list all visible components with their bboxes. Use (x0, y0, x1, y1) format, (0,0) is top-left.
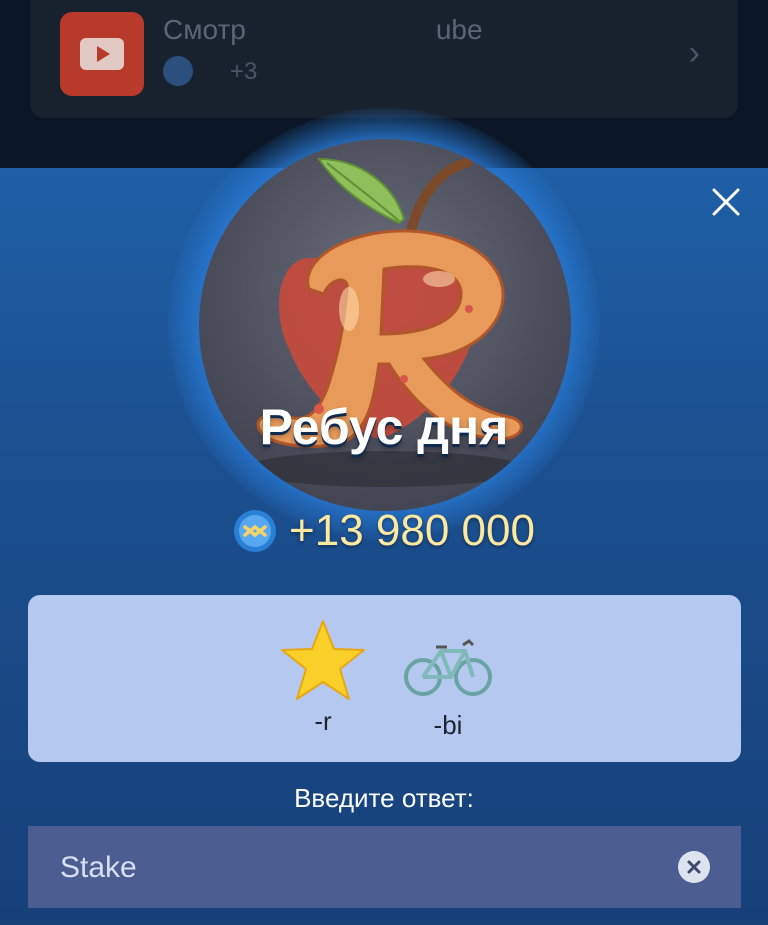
coin-icon (163, 56, 193, 86)
clear-input-button[interactable] (678, 851, 710, 883)
answer-input[interactable] (58, 826, 662, 910)
answer-field (28, 826, 741, 910)
background-task-reward: +3 (230, 58, 258, 85)
background-task-title: Смотр ube (163, 14, 483, 45)
bicycle-icon (404, 639, 492, 696)
reward-row: +13 980 000 (0, 506, 768, 556)
rebus-puzzle-card: -r -bi (28, 595, 741, 762)
star-icon (281, 620, 365, 700)
close-button[interactable] (706, 182, 746, 222)
modal-title: Ребус дня (259, 399, 509, 455)
close-icon (712, 188, 740, 216)
answer-prompt: Введите ответ: (294, 783, 474, 813)
puzzle-hint: -r (314, 706, 332, 736)
reward-amount: +13 980 000 (289, 506, 535, 555)
coin-icon (234, 510, 277, 552)
puzzle-hint: -bi (433, 710, 463, 740)
clear-icon (687, 860, 701, 874)
puzzle-item-star: -r (275, 617, 371, 737)
chevron-right-icon: › (688, 34, 700, 72)
youtube-icon (60, 12, 144, 96)
background-task-row: Смотр ube +3 › (30, 0, 738, 118)
puzzle-item-bicycle: -bi (402, 637, 494, 741)
